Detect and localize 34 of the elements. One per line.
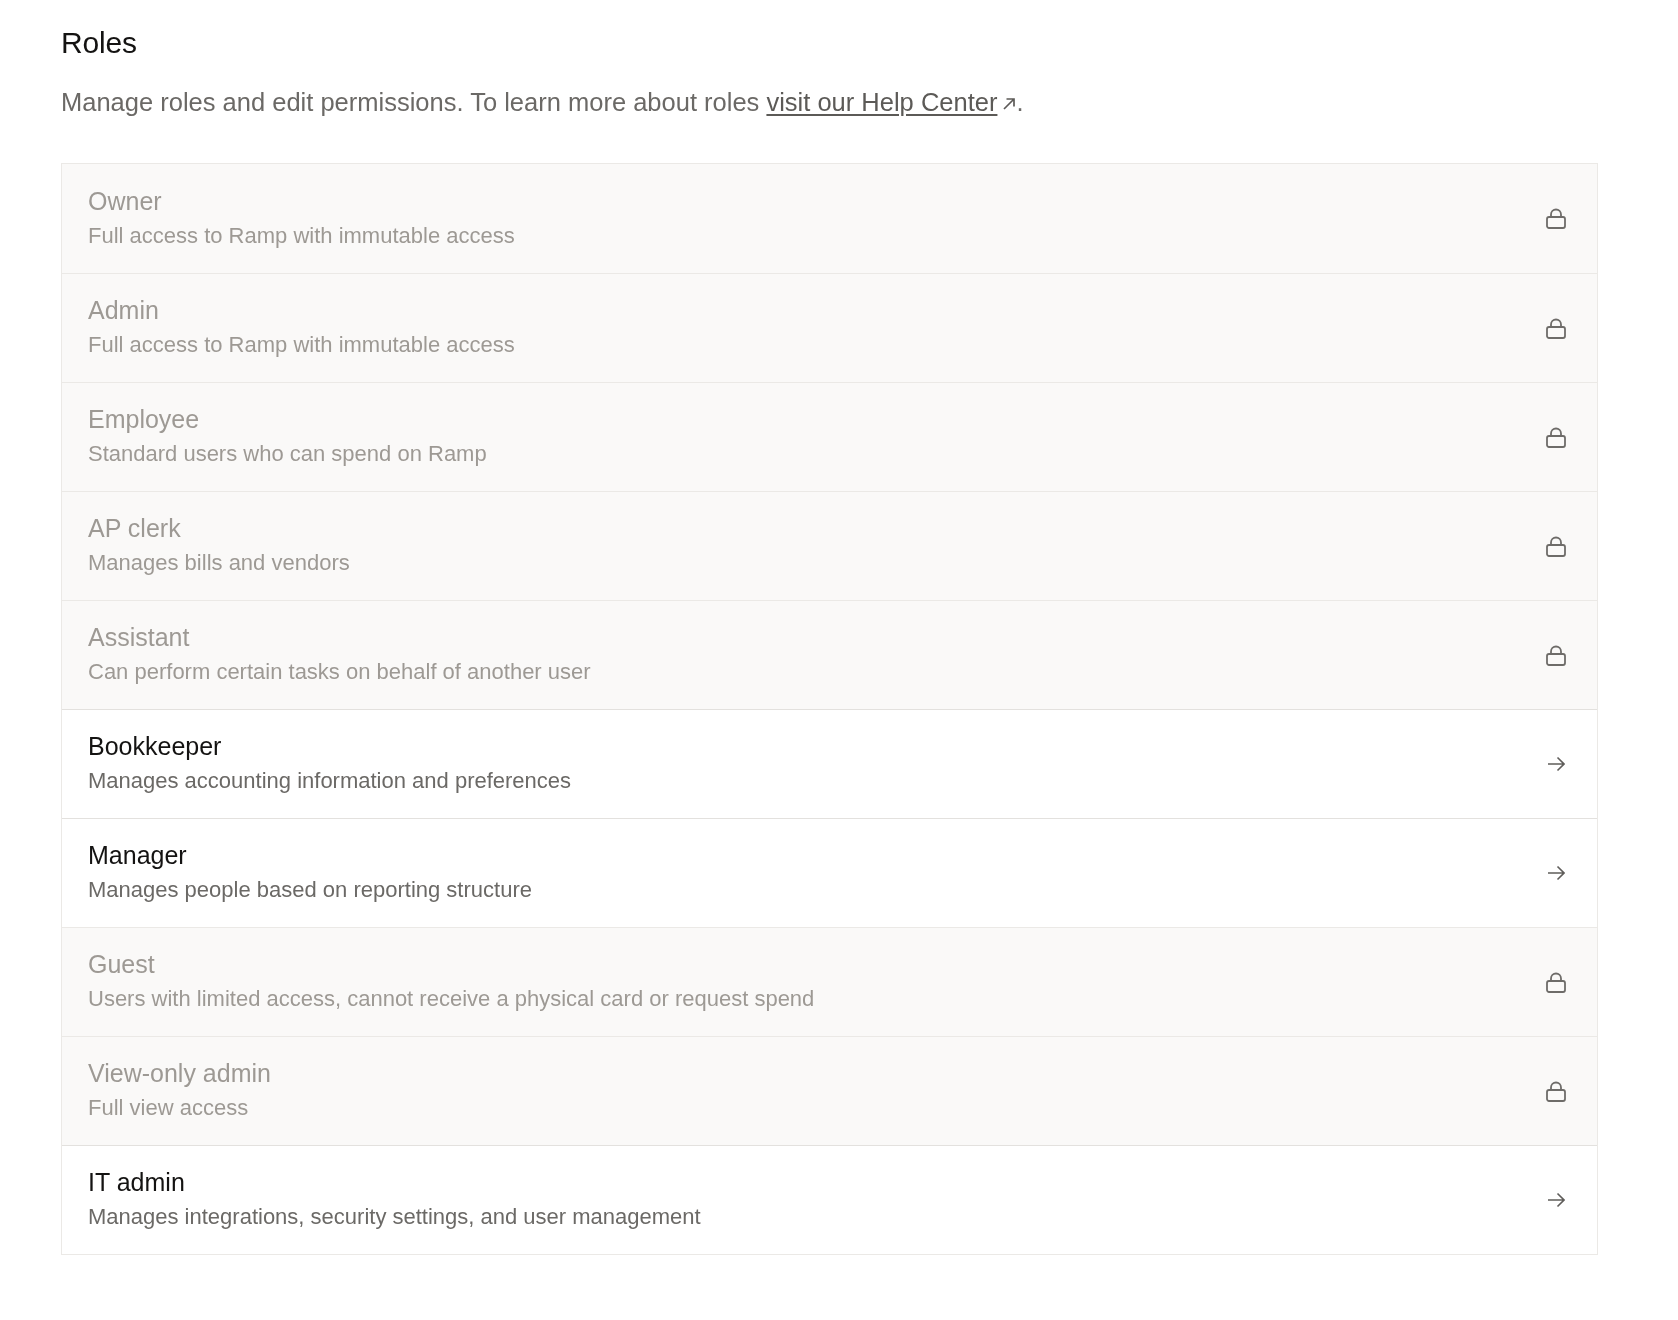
role-name: View-only admin	[88, 1058, 271, 1089]
page-description: Manage roles and edit permissions. To learn more about roles visit our Help Center .	[61, 87, 1025, 118]
role-name: IT admin	[88, 1167, 186, 1198]
role-description: Full access to Ramp with immutable access	[88, 331, 515, 359]
lock-icon	[1546, 317, 1566, 339]
lock-icon	[1546, 208, 1566, 229]
role-description: Manages accounting information and preferences	[88, 767, 572, 795]
role-description: Manages people based on reporting structure	[88, 876, 532, 904]
role-name: Assistant	[88, 622, 191, 653]
role-name: Bookkeeper	[88, 731, 223, 762]
role-description: Full view access	[88, 1094, 250, 1122]
role-name: Owner	[88, 185, 163, 217]
role-description: Manages integrations, security settings, and user management	[88, 1203, 701, 1231]
help-center-link[interactable]: visit our Help Center	[766, 88, 1017, 116]
lock-icon	[1546, 1080, 1566, 1102]
lock-icon	[1546, 644, 1566, 666]
role-name: Employee	[88, 404, 201, 435]
role-name: Guest	[88, 949, 156, 980]
role-description: Full access to Ramp with immutable access	[88, 221, 515, 250]
role-description: Standard users who can spend on Ramp	[88, 440, 487, 468]
role-name: Admin	[88, 295, 160, 326]
role-name: AP clerk	[88, 513, 182, 544]
page-title: Roles	[61, 25, 138, 61]
lock-icon	[1546, 426, 1566, 448]
lock-icon	[1546, 971, 1566, 993]
arrow-right-icon[interactable]	[1547, 756, 1565, 772]
external-link-icon	[1002, 97, 1017, 111]
role-description: Users with limited access, cannot receive a physical card or request spend	[88, 985, 815, 1013]
arrow-right-icon[interactable]	[1547, 1192, 1565, 1208]
role-description: Can perform certain tasks on behalf of another user	[88, 658, 591, 686]
role-description: Manages bills and vendors	[88, 549, 350, 577]
arrow-right-icon[interactable]	[1547, 865, 1565, 881]
role-name: Manager	[88, 840, 188, 871]
lock-icon	[1546, 535, 1566, 557]
